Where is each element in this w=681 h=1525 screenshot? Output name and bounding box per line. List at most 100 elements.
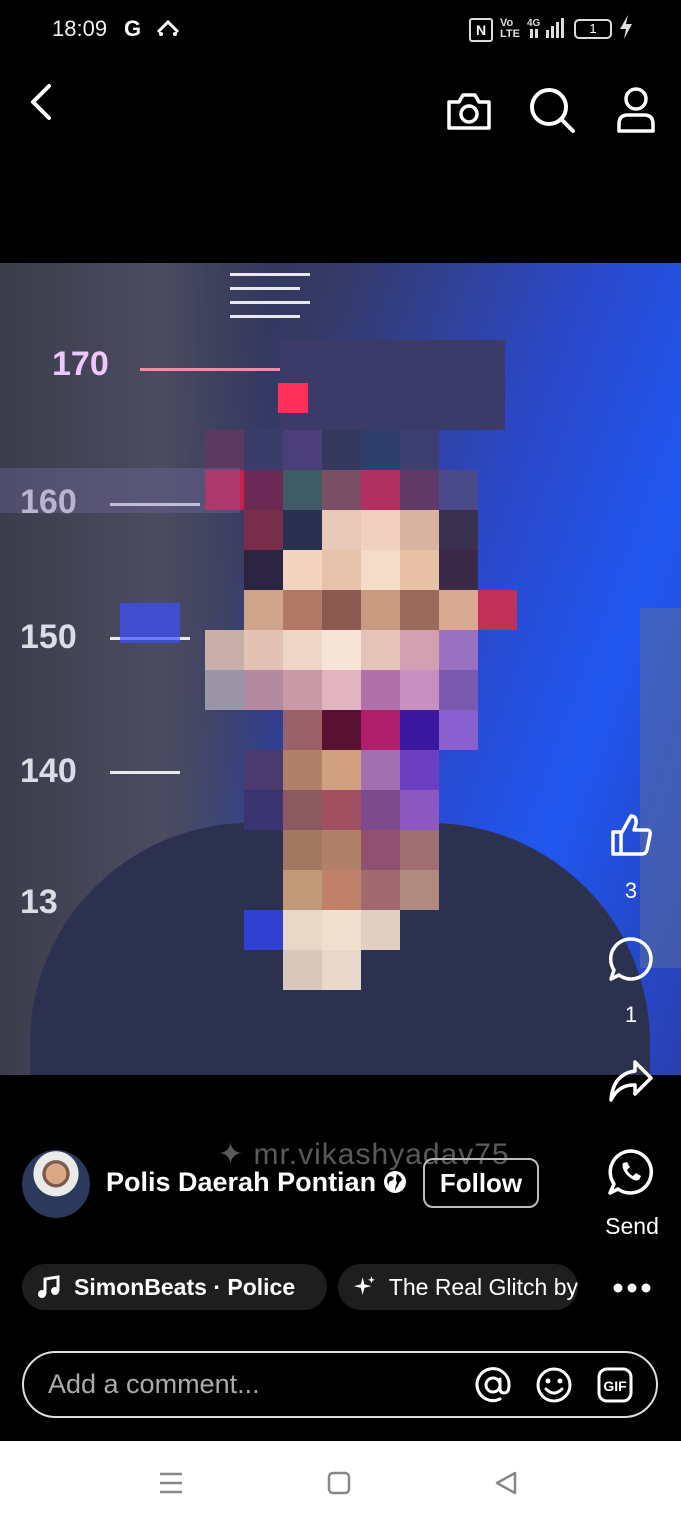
mosaic-pixel	[322, 590, 361, 630]
profile-icon	[617, 87, 655, 133]
recents-button[interactable]	[158, 1471, 184, 1495]
square-icon	[327, 1471, 351, 1495]
mosaic-pixel	[361, 510, 400, 550]
mosaic-pixel	[400, 830, 439, 870]
mosaic-pixel	[439, 630, 478, 670]
scale-mark: 150	[20, 618, 77, 656]
glitch-band	[120, 603, 180, 643]
svg-text:GIF: GIF	[603, 1378, 627, 1394]
gif-button[interactable]: GIF	[596, 1366, 634, 1404]
sparkle-icon	[353, 1276, 376, 1295]
mosaic-pixel	[400, 430, 439, 470]
mosaic-pixel	[400, 870, 439, 910]
mosaic-pixel	[322, 630, 361, 670]
music-note-icon	[38, 1275, 60, 1298]
mosaic-pixel	[244, 750, 283, 790]
volte-icon: Vo LTE	[500, 17, 520, 40]
mosaic-pixel	[322, 510, 361, 550]
nfc-icon: N	[469, 18, 493, 42]
mosaic-pixel	[361, 470, 400, 510]
mosaic-pixel	[205, 630, 244, 670]
mosaic-pixel	[322, 950, 361, 990]
status-bar: 18:09 G N Vo LTE 4G 1	[0, 0, 681, 60]
mosaic-pixel	[400, 670, 439, 710]
mosaic-pixel	[244, 470, 283, 510]
mosaic-pixel	[283, 910, 322, 950]
battery-icon: 1	[574, 19, 612, 39]
mosaic-pixel	[361, 670, 400, 710]
mosaic-pixel	[400, 790, 439, 830]
gif-icon: GIF	[597, 1367, 633, 1403]
mosaic-pixel	[439, 590, 478, 630]
search-button[interactable]	[526, 84, 578, 136]
mosaic-pixel	[244, 670, 283, 710]
mosaic-pixel	[244, 550, 283, 590]
charging-icon	[618, 14, 634, 46]
effect-chip[interactable]: The Real Glitch by	[338, 1264, 578, 1310]
mosaic-pixel	[478, 590, 517, 630]
share-button[interactable]	[600, 1058, 662, 1108]
mosaic-pixel	[322, 830, 361, 870]
more-options-button[interactable]	[610, 1276, 654, 1300]
mosaic-pixel	[283, 870, 322, 910]
signal-icon: 4G	[526, 16, 566, 40]
mosaic-pixel	[244, 790, 283, 830]
whatsapp-icon	[608, 1149, 654, 1195]
mosaic-pixel	[322, 870, 361, 910]
effect-label: The Real Glitch by	[388, 1273, 578, 1300]
mention-button[interactable]	[474, 1366, 512, 1404]
mosaic-pixel	[283, 550, 322, 590]
home-button[interactable]	[327, 1471, 351, 1495]
mosaic-pixel	[322, 910, 361, 950]
mosaic-pixel	[361, 750, 400, 790]
mosaic-pixel	[400, 630, 439, 670]
mosaic-pixel	[361, 790, 400, 830]
scale-mark: 140	[20, 752, 77, 790]
mosaic-pixel	[400, 710, 439, 750]
comment-icon	[608, 937, 653, 981]
comment-button[interactable]	[600, 935, 662, 989]
mosaic-pixel	[361, 710, 400, 750]
mosaic-pixel	[400, 470, 439, 510]
comment-count: 1	[624, 1002, 638, 1027]
mosaic-pixel	[322, 550, 361, 590]
mosaic-pixel	[244, 430, 283, 470]
emoji-button[interactable]	[535, 1366, 573, 1404]
mosaic-pixel	[205, 430, 244, 470]
system-back-button[interactable]	[494, 1470, 518, 1496]
like-count: 3	[624, 878, 638, 903]
scale-mark: 170	[52, 345, 109, 383]
back-button[interactable]	[18, 80, 62, 124]
scale-mark: 13	[20, 883, 58, 921]
mosaic-pixel	[322, 430, 361, 470]
emoji-icon	[536, 1367, 572, 1403]
avatar[interactable]	[22, 1150, 90, 1218]
mosaic-pixel	[244, 510, 283, 550]
mosaic-pixel	[439, 550, 478, 590]
mosaic-pixel	[361, 590, 400, 630]
status-time: 18:09	[52, 16, 108, 41]
back-icon	[31, 84, 51, 120]
poster-name[interactable]: Polis Daerah Pontian	[106, 1167, 376, 1198]
mosaic-pixel	[361, 430, 400, 470]
mosaic-pixel	[322, 470, 361, 510]
camera-button[interactable]	[444, 86, 494, 136]
whatsapp-send-button[interactable]	[600, 1148, 662, 1200]
reel-video[interactable]: 170 160 150 140 13	[0, 263, 681, 1075]
mosaic-pixel	[322, 670, 361, 710]
notification-icon	[155, 16, 181, 43]
profile-button[interactable]	[612, 84, 660, 136]
mosaic-pixel	[244, 910, 283, 950]
follow-button[interactable]: Follow	[423, 1158, 539, 1208]
mosaic-pixel	[400, 550, 439, 590]
mosaic-pixel	[283, 790, 322, 830]
music-chip[interactable]: SimonBeats · Police	[22, 1264, 327, 1310]
like-button[interactable]	[600, 810, 662, 866]
glitch-band	[278, 383, 308, 413]
search-icon	[530, 88, 575, 133]
globe-icon	[383, 1170, 407, 1194]
mosaic-pixel	[283, 510, 322, 550]
mosaic-pixel	[322, 750, 361, 790]
mosaic-pixel	[283, 430, 322, 470]
mosaic-pixel	[439, 470, 478, 510]
